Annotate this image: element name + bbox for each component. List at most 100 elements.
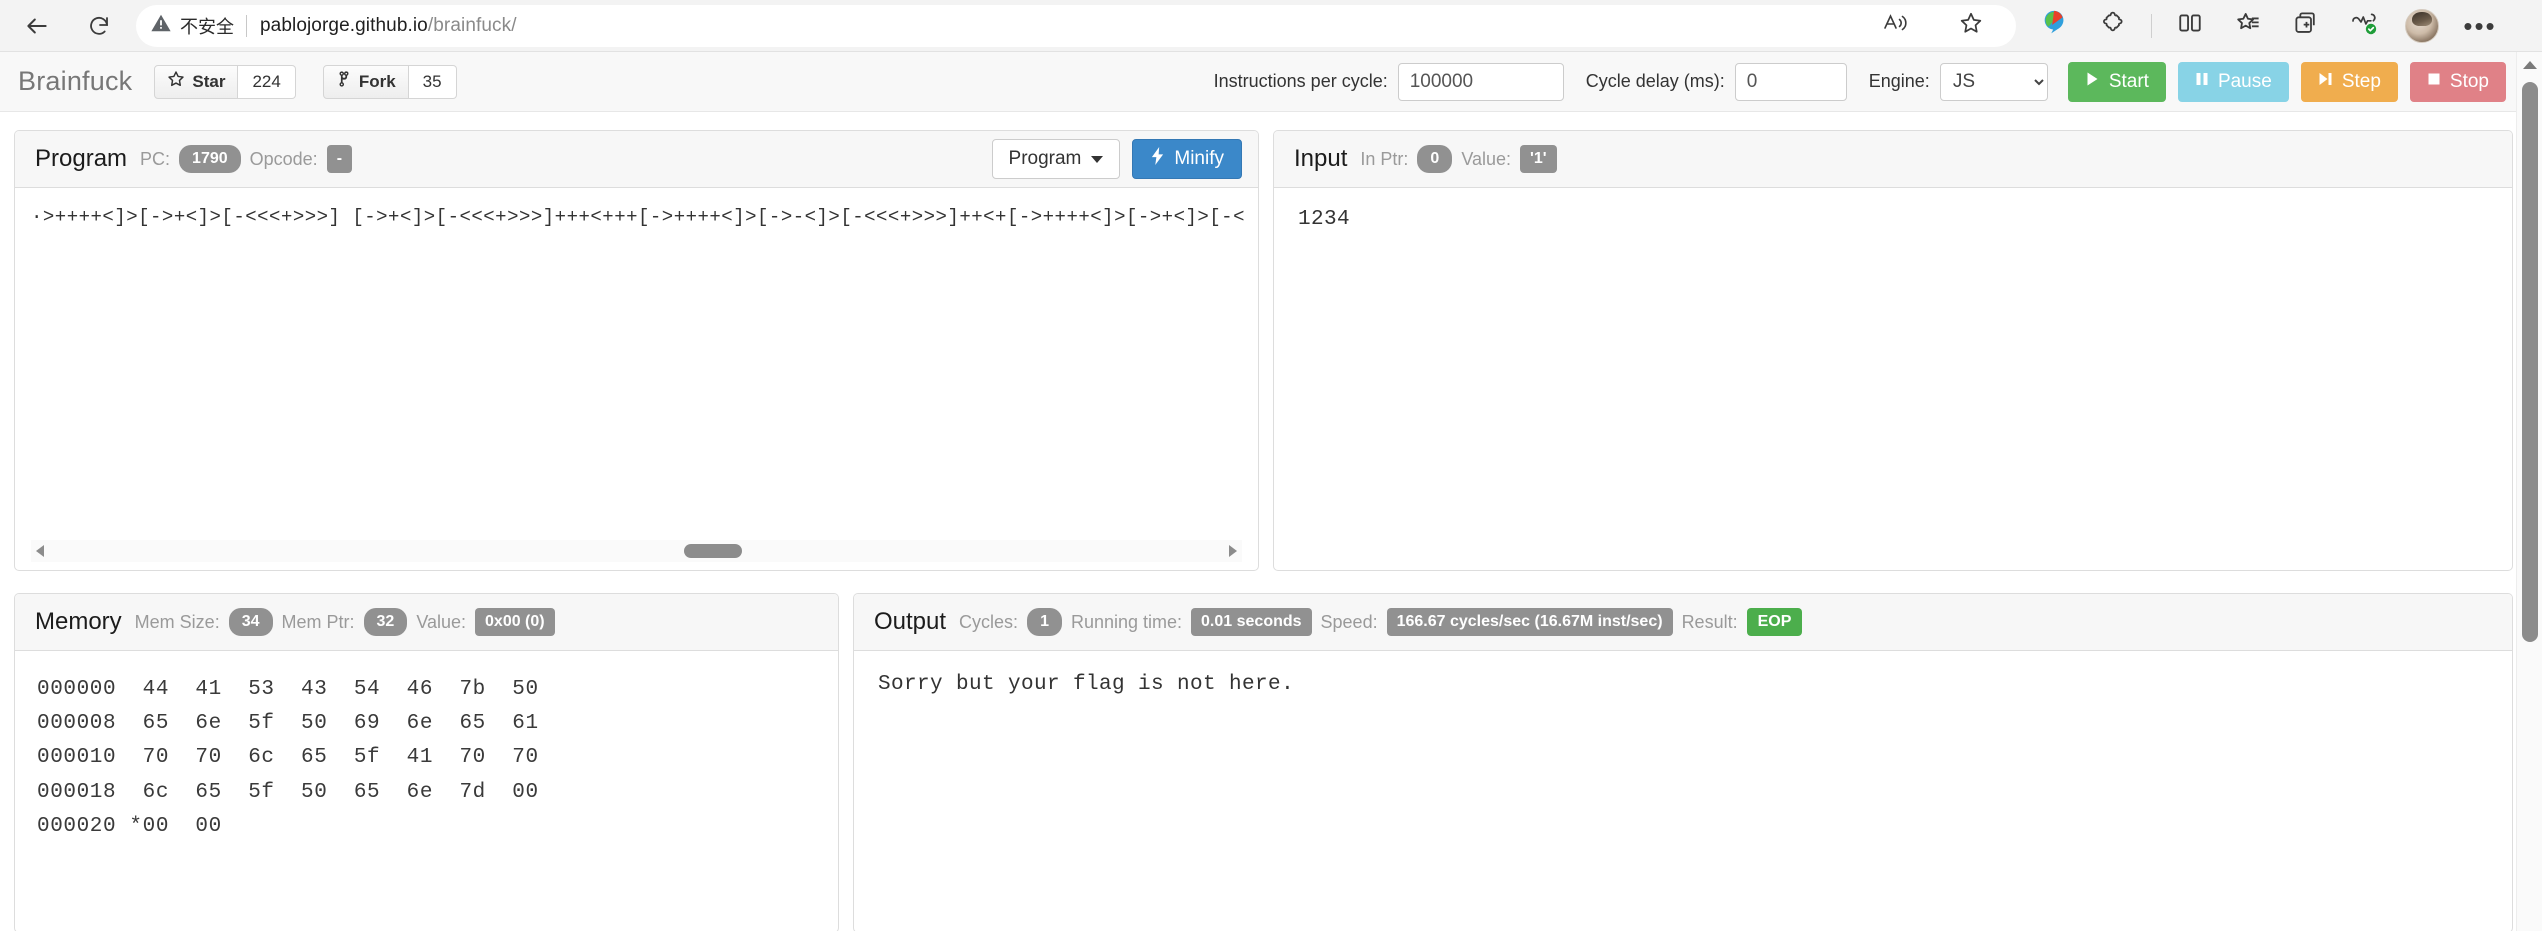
memory-panel-body[interactable]: 000000 44 41 53 43 54 46 7b 50 000008 65… [15, 651, 838, 931]
cycle-delay-label: Cycle delay (ms): [1585, 71, 1725, 91]
speed-value: 166.67 cycles/sec (16.67M inst/sec) [1386, 608, 1673, 636]
pause-button[interactable]: Pause [2177, 61, 2289, 102]
github-star-group: Star 224 [154, 64, 296, 99]
mem-size-value: 34 [228, 608, 273, 636]
scroll-left-arrow-icon[interactable] [31, 540, 49, 562]
stop-button[interactable]: Stop [2409, 61, 2506, 102]
app-brand[interactable]: Brainfuck [18, 66, 132, 97]
pause-button-label: Pause [2217, 70, 2272, 92]
add-to-collection-button[interactable] [2284, 4, 2328, 48]
memory-value-value: 0x00 (0) [475, 608, 555, 636]
extensions-button[interactable] [2091, 4, 2135, 48]
back-button[interactable] [14, 3, 60, 49]
output-panel-title: Output [874, 608, 947, 635]
input-panel: Input In Ptr: 0 Value: '1' 1234 [1273, 130, 2513, 571]
minify-button-label: Minify [1174, 148, 1224, 169]
output-panel-body[interactable]: Sorry but your flag is not here. [854, 651, 2512, 931]
memory-panel-header: Memory Mem Size: 34 Mem Ptr: 32 Value: 0… [15, 594, 838, 651]
input-content[interactable]: 1234 [1298, 208, 2496, 231]
split-screen-icon [2177, 10, 2203, 41]
settings-and-more-button[interactable]: ••• [2458, 4, 2502, 48]
browser-essentials-button[interactable] [2342, 4, 2386, 48]
program-dropdown-button[interactable]: Program [991, 139, 1121, 179]
settings-more-icon: ••• [2463, 10, 2497, 41]
running-time-label: Running time: [1070, 611, 1183, 632]
navbar-controls: Instructions per cycle: Cycle delay (ms)… [1214, 61, 2522, 102]
program-dropdown-label: Program [1008, 148, 1082, 169]
cycles-value: 1 [1027, 608, 1062, 636]
add-favorite-button[interactable] [1949, 4, 1993, 48]
step-forward-icon [2318, 71, 2333, 93]
running-time-value: 0.01 seconds [1191, 608, 1312, 636]
minify-button[interactable]: Minify [1132, 139, 1242, 179]
program-panel-actions: Program Minify [991, 139, 1242, 179]
opcode-value: - [326, 145, 353, 173]
profile-button[interactable] [2400, 4, 2444, 48]
in-ptr-label: In Ptr: [1360, 148, 1409, 169]
pc-value: 1790 [179, 145, 241, 173]
collections-star-icon [2235, 10, 2262, 42]
github-fork-count[interactable]: 35 [408, 64, 457, 99]
cycle-delay-input[interactable] [1734, 62, 1847, 101]
github-star-label: Star [192, 71, 226, 91]
cycles-label: Cycles: [959, 611, 1019, 632]
engine-label: Engine: [1868, 71, 1930, 91]
extensions-puzzle-icon [2100, 10, 2126, 41]
memory-dump: 000000 44 41 53 43 54 46 7b 50 000008 65… [37, 678, 539, 838]
read-aloud-button[interactable] [1873, 4, 1917, 48]
speed-label: Speed: [1320, 611, 1378, 632]
idm-extension-button[interactable] [2033, 4, 2077, 48]
memory-value-label: Value: [416, 611, 467, 632]
program-code[interactable]: ·>++++<]>[->+<]>[-<<<+>>>] [->+<]>[-<<<+… [31, 206, 1245, 228]
github-fork-group: Fork 35 [322, 64, 457, 99]
input-panel-header: Input In Ptr: 0 Value: '1' [1274, 131, 2512, 188]
github-fork-label: Fork [358, 71, 396, 91]
collections-button[interactable] [2226, 4, 2270, 48]
step-button-label: Step [2341, 70, 2381, 92]
start-button[interactable]: Start [2067, 61, 2166, 102]
opcode-label: Opcode: [249, 148, 318, 169]
scroll-up-button[interactable] [2517, 52, 2542, 78]
stop-square-icon [2427, 71, 2441, 93]
scrollbar-track[interactable] [49, 540, 1224, 562]
scroll-up-arrow-icon [2522, 61, 2537, 69]
step-button[interactable]: Step [2300, 61, 2398, 102]
browser-actions: ••• [2026, 4, 2509, 48]
github-star-count[interactable]: 224 [238, 64, 296, 99]
program-panel-title: Program [35, 145, 128, 172]
github-fork-button[interactable]: Fork [322, 64, 409, 99]
result-label: Result: [1681, 611, 1738, 632]
in-ptr-value: 0 [1417, 145, 1453, 173]
github-star-button[interactable]: Star [154, 64, 239, 99]
omnibox-divider [246, 14, 247, 37]
security-warning[interactable]: 不安全 [150, 12, 246, 39]
toolbar-divider [2151, 13, 2152, 38]
scroll-right-arrow-icon[interactable] [1224, 540, 1242, 562]
program-panel-body[interactable]: ·>++++<]>[->+<]>[-<<<+>>>] [->+<]>[-<<<+… [15, 188, 1258, 570]
output-panel-header: Output Cycles: 1 Running time: 0.01 seco… [854, 594, 2512, 651]
split-screen-button[interactable] [2168, 4, 2212, 48]
mem-size-label: Mem Size: [134, 611, 220, 632]
page-scrollbar[interactable] [2516, 52, 2542, 931]
program-panel-header: Program PC: 1790 Opcode: - Program Minif… [15, 131, 1258, 188]
scrollbar-thumb[interactable] [683, 544, 742, 558]
page-scrollbar-thumb[interactable] [2522, 82, 2538, 642]
output-content: Sorry but your flag is not here. [878, 673, 1295, 696]
bolt-icon [1150, 147, 1165, 171]
star-outline-icon [1958, 10, 1984, 41]
memory-panel: Memory Mem Size: 34 Mem Ptr: 32 Value: 0… [14, 593, 839, 931]
input-panel-title: Input [1294, 145, 1348, 172]
program-horizontal-scrollbar[interactable] [31, 540, 1242, 562]
program-panel: Program PC: 1790 Opcode: - Program Minif… [14, 130, 1259, 571]
browser-toolbar: 不安全 pablojorge.github.io/brainfuck/ ••• [0, 0, 2542, 52]
pause-icon [2195, 71, 2209, 93]
engine-select[interactable]: JS [1939, 62, 2048, 101]
instructions-per-cycle-input[interactable] [1397, 62, 1564, 101]
address-bar[interactable]: 不安全 pablojorge.github.io/brainfuck/ [136, 4, 2016, 48]
reload-button[interactable] [76, 3, 122, 49]
caret-down-icon [1091, 155, 1104, 163]
input-panel-body[interactable]: 1234 [1274, 188, 2512, 570]
pc-label: PC: [140, 148, 171, 169]
read-aloud-icon [1882, 11, 1908, 40]
mem-ptr-value: 32 [363, 608, 408, 636]
